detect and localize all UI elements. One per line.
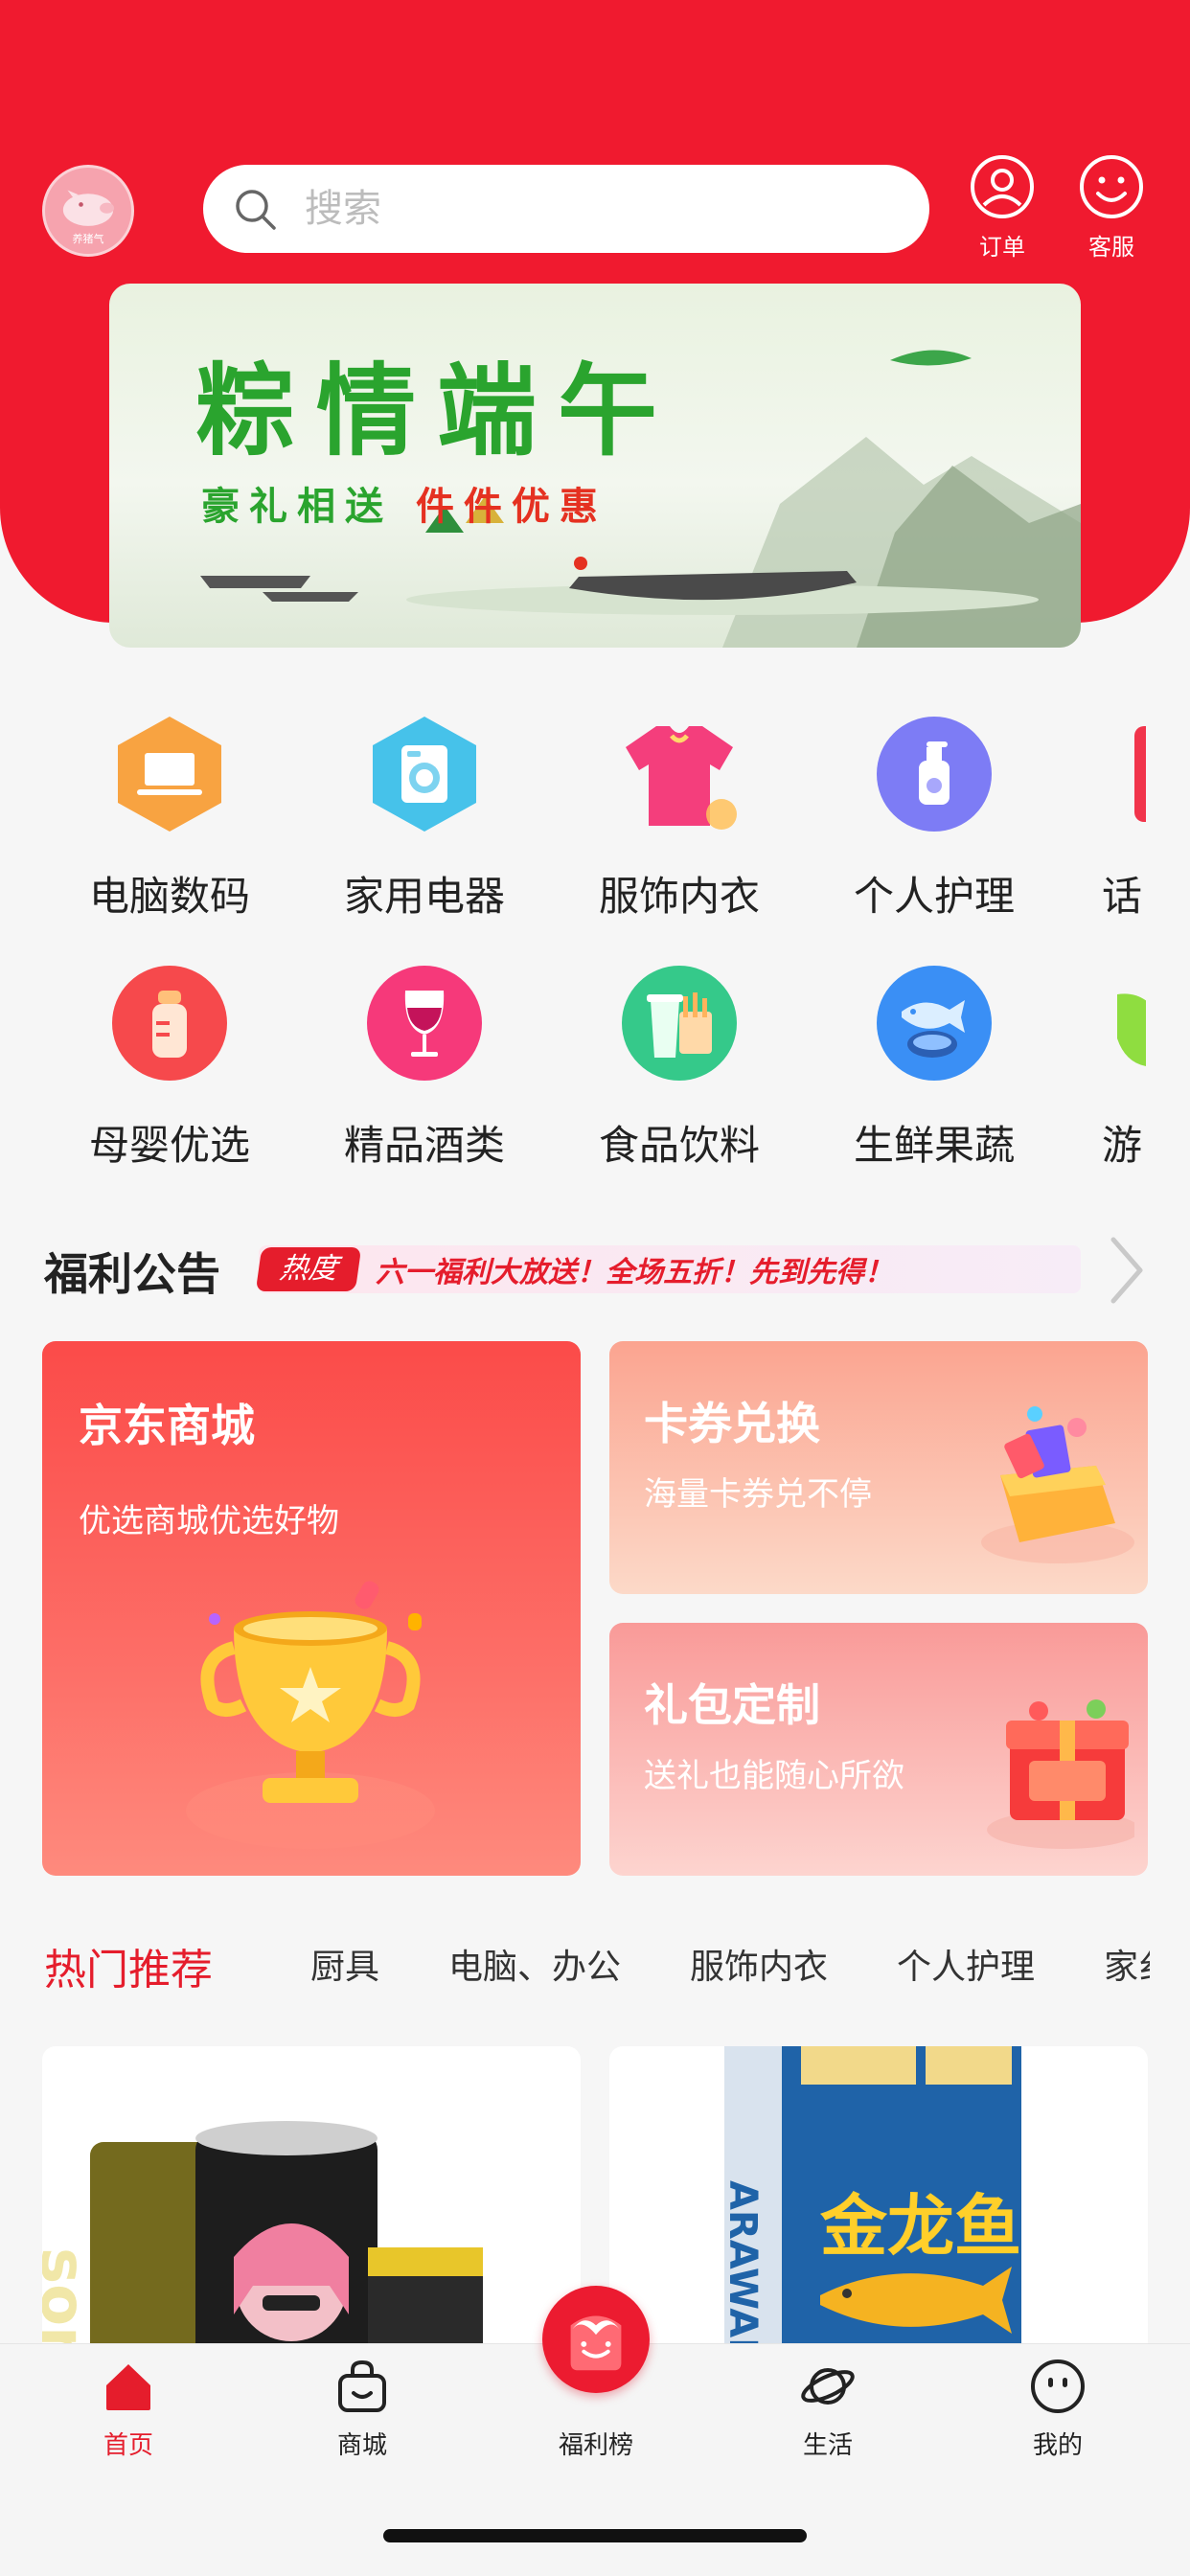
banner-subtitle-green: 豪礼相送 [201,485,416,529]
orders-label: 订单 [979,234,1025,261]
treasure-chest-icon [987,1699,1134,1849]
tab-welfare-button[interactable] [542,2286,650,2393]
hot-tab-apparel[interactable]: 服饰内衣 [690,1939,828,1989]
category-wine[interactable]: 精品酒类 [324,962,525,1173]
promo-banner[interactable]: 粽情端午 豪礼相送 件件优惠 [109,284,1081,648]
home-indicator [383,2529,807,2542]
washing-machine-icon [363,713,486,835]
category-apparel[interactable]: 服饰内衣 [579,713,780,923]
fish-vegetable-icon [873,962,995,1084]
home-icon [106,2364,150,2410]
hot-category-tabs: 厨具 电脑、办公 服饰内衣 个人护理 家纟 [310,1939,1150,1989]
chevron-right-icon[interactable] [1108,1234,1146,1307]
avatar-text: 养猪气 [72,233,104,245]
category-games[interactable]: 游 [1088,962,1156,1173]
gift-box-icon [981,1406,1134,1563]
category-label: 个人护理 [853,873,1015,920]
category-fresh-produce[interactable]: 生鲜果蔬 [834,962,1035,1173]
category-label: 话 [1102,873,1143,920]
category-personal-care[interactable]: 个人护理 [834,713,1035,923]
customer-service-button[interactable]: 客服 [1064,153,1159,268]
card-subtitle: 送礼也能随心所欲 [644,1757,904,1795]
category-computer-digital[interactable]: 电脑数码 [69,713,270,923]
trophy-icon [186,1581,435,1849]
category-label: 生鲜果蔬 [853,1122,1015,1169]
hot-tab-computer-office[interactable]: 电脑、办公 [448,1939,621,1989]
food-drink-icon [618,962,741,1084]
category-label: 母婴优选 [88,1122,250,1169]
face-icon [1031,2359,1085,2413]
card-title: 礼包定制 [644,1679,820,1731]
category-label: 电脑数码 [88,873,250,920]
hot-badge: 热度 [255,1247,362,1291]
baby-bottle-icon [108,962,231,1084]
category-label: 精品酒类 [343,1122,505,1169]
hot-recommend-title: 热门推荐 [44,1946,213,1995]
wine-glass-icon [363,962,486,1084]
tab-mine[interactable]: 我的 [991,2357,1125,2462]
category-mother-baby[interactable]: 母婴优选 [69,962,270,1173]
lotion-bottle-icon [873,713,995,835]
banner-subtitle-red: 件件优惠 [415,485,607,529]
tab-label: 我的 [1032,2431,1083,2460]
tab-label: 生活 [802,2431,853,2460]
notice-text: 六一福利大放送！全场五折！先到先得！ [376,1256,893,1289]
card-title: 卡券兑换 [644,1398,820,1449]
user-circle-icon [971,155,1034,218]
tab-welfare-label: 福利榜 [558,2431,633,2460]
tab-label: 商城 [336,2431,387,2460]
tab-label: 首页 [103,2431,153,2460]
notice-marquee[interactable]: 热度 六一福利大放送！全场五折！先到先得！ [255,1245,1081,1293]
customer-service-label: 客服 [1088,234,1134,261]
planet-icon [801,2368,855,2405]
card-subtitle: 优选商城优选好物 [79,1502,339,1540]
hot-tab-kitchenware[interactable]: 厨具 [310,1939,379,1989]
category-label: 家用电器 [343,873,505,920]
avatar[interactable]: 养猪气 [42,165,134,257]
category-phone[interactable]: 话 [1088,713,1156,923]
product-brand-text: 金龙鱼 [820,2187,1021,2266]
category-food-drink[interactable]: 食品饮料 [579,962,780,1173]
coupon-exchange-card[interactable]: 卡券兑换 海量卡券兑不停 [609,1341,1148,1594]
laptop-icon [108,713,231,835]
jd-mall-card[interactable]: 京东商城 优选商城优选好物 [42,1341,581,1876]
gift-mascot-icon [570,2315,622,2371]
category-label: 食品饮料 [598,1122,760,1169]
category-label: 游 [1102,1122,1143,1169]
banner-title: 粽情端午 [195,353,679,469]
phone-icon [1088,713,1146,835]
tab-life[interactable]: 生活 [761,2357,895,2462]
notice-title: 福利公告 [44,1248,220,1300]
category-label: 服饰内衣 [598,873,760,920]
tab-mall[interactable]: 商城 [295,2357,429,2462]
tab-home[interactable]: 首页 [61,2357,195,2462]
search-input[interactable] [303,186,881,232]
tshirt-icon [618,713,741,835]
smile-icon [1080,155,1143,218]
shopping-bag-icon [338,2359,386,2412]
gift-customize-card[interactable]: 礼包定制 送礼也能随心所欲 [609,1623,1148,1876]
orders-button[interactable]: 订单 [954,153,1050,268]
search-bar[interactable] [203,165,929,253]
category-home-appliance[interactable]: 家用电器 [324,713,525,923]
card-title: 京东商城 [79,1400,255,1451]
card-subtitle: 海量卡券兑不停 [644,1475,872,1514]
game-icon [1088,962,1146,1084]
banner-subtitle: 豪礼相送 件件优惠 [201,475,607,531]
search-icon [236,190,276,230]
hot-tab-home-textile[interactable]: 家纟 [1104,1939,1150,1989]
hot-tab-personal-care[interactable]: 个人护理 [897,1939,1035,1989]
